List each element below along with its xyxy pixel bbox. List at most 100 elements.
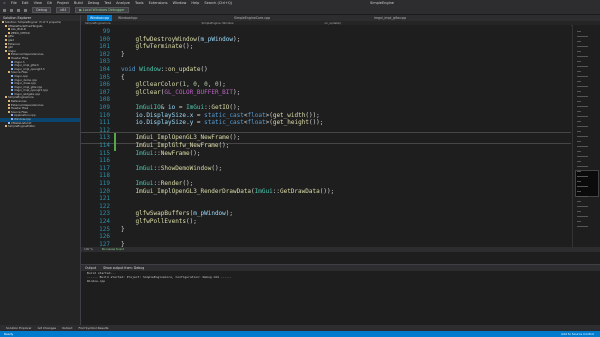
editor-status-strip: 100 % No issues found (81, 247, 600, 252)
zoom-level[interactable]: 100 % (84, 247, 93, 251)
output-title: Output (85, 266, 97, 270)
tree-item-label: imgui (8, 49, 16, 53)
file-icon (5, 125, 7, 128)
menu-item[interactable]: Build (74, 1, 83, 5)
code-text: } (121, 240, 125, 247)
minimap-line (577, 156, 588, 157)
back-icon[interactable] (3, 8, 6, 12)
minimap-line (577, 96, 588, 97)
minimap-line (577, 36, 588, 37)
configuration-select[interactable]: Debug (32, 7, 52, 13)
run-button[interactable]: ▶ Local Windows Debugger (75, 7, 129, 13)
undo-icon[interactable] (24, 8, 28, 12)
solution-explorer: Solution Explorer Solution 'SimpleEngine… (0, 15, 81, 325)
minimap-line (577, 121, 581, 122)
menu-bar: ∞ File Edit View Git Project Build Debug Test Ana… (0, 0, 600, 7)
menu-item[interactable]: File (11, 1, 17, 5)
code-line[interactable]: 127} (81, 240, 571, 247)
file-icon (8, 100, 10, 103)
minimap-line (577, 166, 588, 167)
minimap-line (577, 41, 581, 42)
code-editor[interactable]: 99 100 glfwDestroyWindow(m_pWindow); 101 g… (81, 25, 571, 247)
file-icon (8, 121, 10, 124)
tree-item-label: Source Files (11, 110, 28, 114)
bottom-tab[interactable]: Solution Explorer (6, 326, 32, 330)
tree-item-label: Header Files (11, 56, 29, 60)
file-icon (11, 60, 13, 63)
minimap-line (577, 201, 581, 202)
menu-item[interactable]: Help (191, 1, 199, 5)
source-control-button[interactable]: Add to Source Control (561, 331, 594, 337)
tree-item-label: imgui.h (14, 60, 25, 64)
file-icon (5, 24, 7, 27)
file-icon (8, 103, 10, 106)
file-icon (8, 110, 10, 113)
file-icon (11, 78, 13, 81)
minimap[interactable] (572, 25, 600, 247)
tree-item-label: imgui_impl_opengl3.cpp (14, 89, 48, 93)
tree-item-label: ALL_BUILD (11, 28, 26, 32)
platform-select[interactable]: x64 (56, 7, 71, 13)
file-icon (11, 89, 13, 92)
tree-item-label: Source Files (11, 71, 28, 75)
minimap-line (577, 146, 588, 147)
minimap-line (577, 131, 581, 132)
minimap-line (577, 181, 581, 182)
issues-status: No issues found (101, 247, 125, 251)
minimap-line (577, 71, 581, 72)
file-icon (11, 118, 13, 121)
minimap-line (577, 176, 588, 177)
menu-item[interactable]: Tools (135, 1, 144, 5)
file-icon (2, 21, 4, 23)
minimap-line (577, 46, 588, 47)
minimap-line (577, 66, 588, 67)
tree-item-label: Application.cpp (14, 114, 36, 118)
tree-item-label: References (11, 100, 27, 104)
bottom-tab[interactable]: Output (62, 326, 72, 330)
forward-icon[interactable] (10, 8, 14, 12)
tree-item-label: External Dependencies (11, 103, 44, 107)
tree-item-label: imgui_impl_glfw.cpp (14, 85, 43, 89)
file-icon (5, 49, 7, 52)
menu-item[interactable]: Analyze (116, 1, 130, 5)
menu-item[interactable]: Search (Ctrl+Q) (204, 1, 232, 5)
file-icon (8, 107, 10, 110)
tree-item-label: imgui_impl_opengl3.h (14, 67, 45, 71)
minimap-line (577, 86, 588, 87)
tree-item-label: glad (8, 38, 15, 42)
tree-item-label: CMakeLists.txt (11, 121, 32, 125)
menu-item[interactable]: Git (47, 1, 52, 5)
save-icon[interactable] (17, 8, 21, 12)
minimap-line (577, 91, 581, 92)
minimap-line (577, 186, 588, 187)
file-icon (8, 31, 10, 34)
minimap-line (577, 216, 588, 217)
tree-item-label: glfw (8, 35, 14, 39)
tree-item[interactable]: SimpleEngineEditor (0, 125, 80, 129)
menu-item[interactable]: Edit (22, 1, 29, 5)
file-icon (11, 82, 13, 85)
menu-item[interactable]: Test (104, 1, 111, 5)
tree-item-label: CMakePredefinedTargets (8, 24, 43, 28)
menu-item[interactable]: Project (57, 1, 69, 5)
file-icon (11, 85, 13, 88)
vs-logo-icon: ∞ (3, 1, 6, 5)
bottom-tab[interactable]: Git Changes (38, 326, 56, 330)
menu-item[interactable]: View (34, 1, 42, 5)
file-icon (5, 96, 7, 99)
menu-item[interactable]: Window (173, 1, 187, 5)
tree-item-label: SimpleEngineEditor (8, 125, 36, 129)
minimap-line (577, 111, 581, 112)
tab-label: Window.hpp (118, 16, 138, 20)
file-icon (8, 56, 10, 59)
bottom-tab[interactable]: Find Symbol Results (78, 326, 108, 330)
menu-item[interactable]: Extensions (149, 1, 168, 5)
minimap-viewport[interactable] (575, 170, 599, 197)
minimap-line (577, 226, 588, 227)
minimap-line (577, 211, 581, 212)
minimap-line (577, 116, 588, 117)
output-source-select[interactable]: Show output from: Debug (103, 266, 144, 270)
status-bar: Ready Add to Source Control (0, 331, 600, 337)
minimap-line (577, 206, 588, 207)
menu-item[interactable]: Debug (88, 1, 100, 5)
